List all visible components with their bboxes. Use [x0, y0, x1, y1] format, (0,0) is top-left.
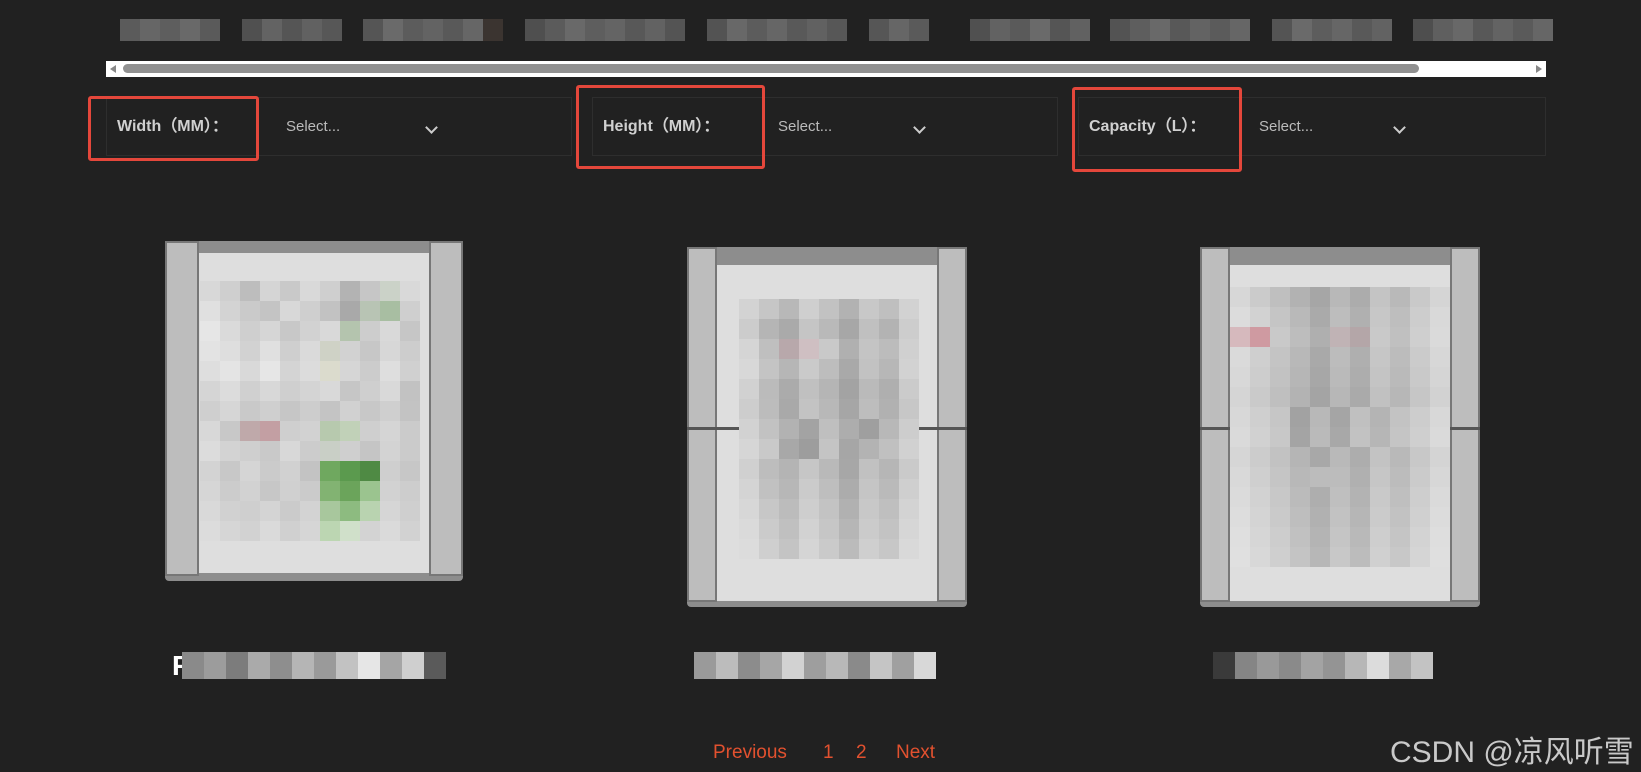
pagination-previous-link[interactable]: Previous — [713, 742, 787, 764]
nav-item-redacted[interactable] — [707, 19, 847, 41]
watermark: CSDN @凉风听雪 — [1390, 736, 1634, 769]
product-image[interactable] — [687, 247, 967, 607]
pagination-next-link[interactable]: Next — [896, 742, 935, 764]
pixelated-image-region — [1230, 287, 1450, 567]
pixelated-image-region — [200, 281, 420, 541]
nav-item-redacted[interactable] — [1413, 19, 1553, 41]
horizontal-scrollbar[interactable] — [106, 61, 1546, 77]
pixelated-image-region — [739, 299, 919, 559]
nav-item-redacted[interactable] — [970, 19, 1090, 41]
nav-item-redacted[interactable] — [363, 19, 503, 41]
product-title-redacted[interactable] — [694, 652, 936, 679]
product-image[interactable] — [165, 241, 463, 581]
product-title-redacted — [182, 652, 446, 679]
product-image[interactable] — [1200, 247, 1480, 607]
scroll-right-arrow-icon[interactable] — [1536, 65, 1542, 73]
nav-item-redacted[interactable] — [1110, 19, 1250, 41]
label-highlight-box — [88, 96, 259, 161]
filter-capacity-select-value: Select... — [1259, 118, 1314, 135]
nav-item-redacted[interactable] — [120, 19, 220, 41]
nav-item-redacted[interactable] — [869, 19, 929, 41]
nav-item-redacted[interactable] — [1272, 19, 1392, 41]
label-highlight-box — [1072, 87, 1242, 172]
pagination-page-1[interactable]: 1 — [823, 742, 834, 764]
scrollbar-thumb[interactable] — [123, 64, 1419, 73]
nav-item-redacted[interactable] — [242, 19, 342, 41]
filter-width-select-value: Select... — [286, 118, 341, 135]
product-card[interactable] — [632, 235, 1012, 679]
pagination-page-2[interactable]: 2 — [856, 742, 867, 764]
label-highlight-box — [576, 85, 765, 169]
product-title-redacted[interactable] — [1213, 652, 1433, 679]
filter-height-select-value: Select... — [778, 118, 833, 135]
product-card[interactable] — [1145, 235, 1525, 679]
product-card[interactable]: F — [120, 235, 500, 681]
scroll-left-arrow-icon[interactable] — [110, 65, 116, 73]
top-nav-bar — [120, 19, 1560, 41]
nav-item-redacted[interactable] — [525, 19, 685, 41]
